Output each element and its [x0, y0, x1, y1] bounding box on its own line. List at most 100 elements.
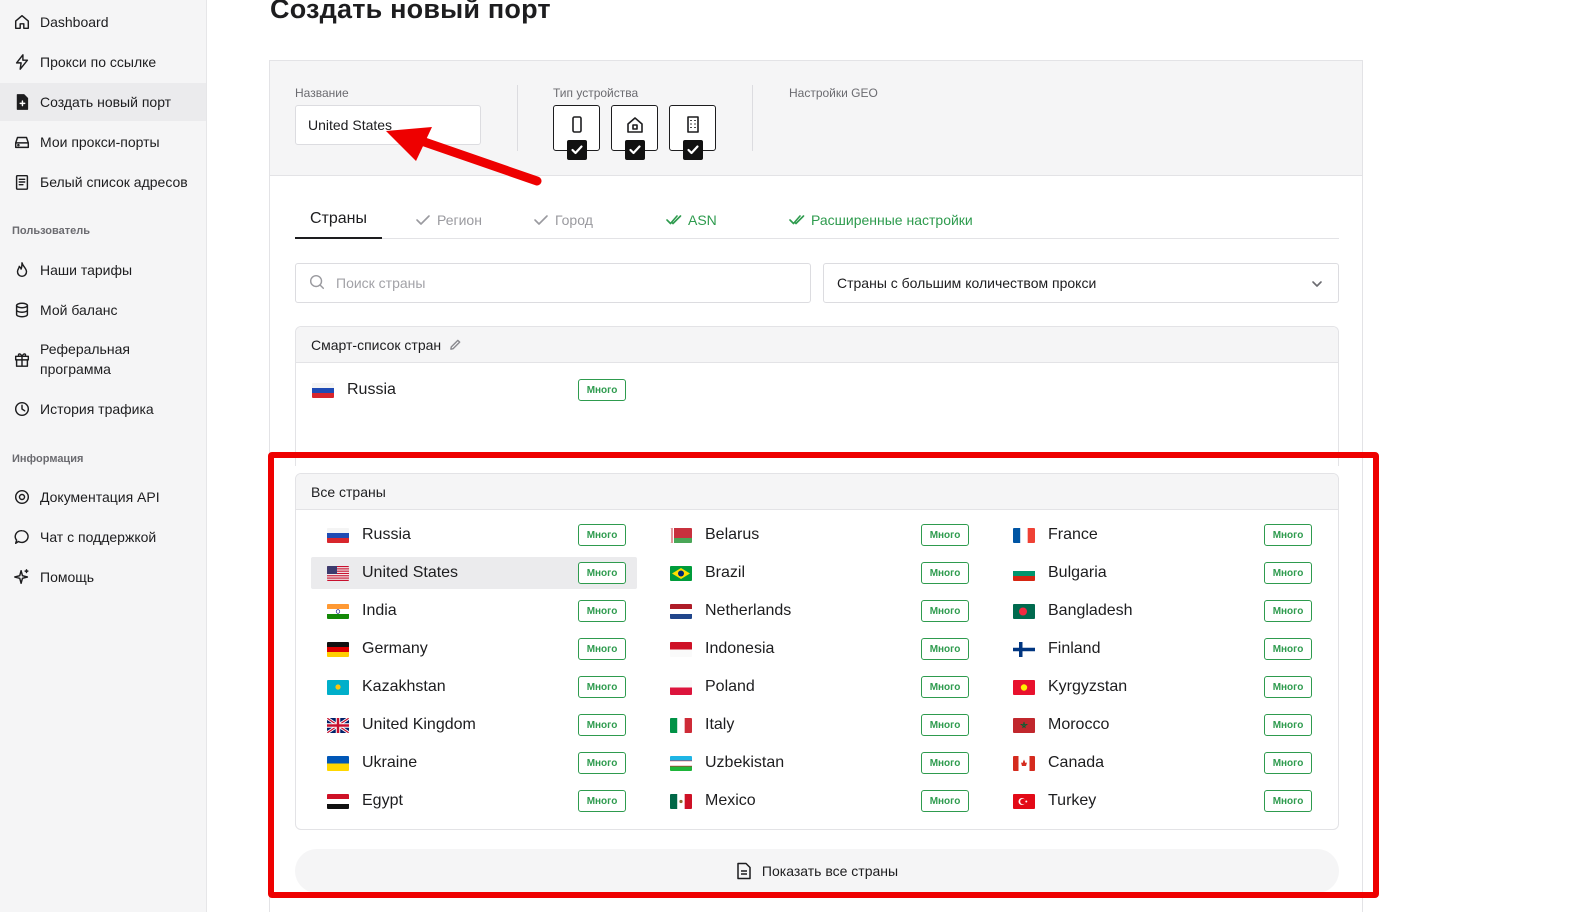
tab-region[interactable]: Регион — [415, 201, 482, 239]
country-item[interactable]: Belarus Много — [654, 519, 980, 551]
flag-br-icon — [670, 565, 692, 581]
tab-label: ASN — [688, 212, 717, 228]
proxy-count-badge: Много — [578, 676, 626, 698]
country-item[interactable]: Canada Много — [997, 747, 1323, 779]
smart-list-panel: Смарт-список стран Russia Много — [295, 326, 1339, 466]
port-settings-header: Название United States Тип устройства На… — [270, 61, 1362, 176]
filter-selected-value: Страны с большим количеством прокси — [837, 275, 1097, 291]
country-name: United Kingdom — [362, 716, 476, 733]
device-residential-toggle[interactable] — [611, 105, 658, 160]
country-item[interactable]: Turkey Много — [997, 785, 1323, 817]
flag-fi-icon — [1013, 641, 1035, 657]
proxy-count-badge: Много — [1264, 714, 1312, 736]
tab-city[interactable]: Город — [533, 201, 593, 239]
sidebar-item-create-port[interactable]: Создать новый порт — [0, 83, 206, 121]
country-item[interactable]: United States Много — [311, 557, 637, 589]
name-label: Название — [295, 86, 349, 100]
country-name: Finland — [1048, 640, 1101, 657]
country-name: Kyrgyzstan — [1048, 678, 1128, 695]
proxy-count-badge: Много — [1264, 638, 1312, 660]
country-item[interactable]: Finland Много — [997, 633, 1323, 665]
sidebar-item-whitelist[interactable]: Белый список адресов — [0, 163, 206, 201]
tab-countries[interactable]: Страны — [295, 201, 383, 239]
proxy-count-badge: Много — [578, 714, 626, 736]
country-item[interactable]: Egypt Много — [311, 785, 637, 817]
sparkle-icon — [12, 567, 32, 587]
pencil-icon[interactable] — [449, 338, 462, 351]
all-countries-header: Все страны — [296, 474, 1338, 510]
sidebar-item-link-proxy[interactable]: Прокси по ссылке — [0, 43, 206, 81]
country-name: India — [362, 602, 397, 619]
smart-list-header: Смарт-список стран — [296, 327, 1338, 363]
sidebar-item-support-chat[interactable]: Чат с поддержкой — [0, 518, 206, 556]
sidebar-item-label: Dashboard — [40, 14, 109, 30]
checkbox-checked-icon[interactable] — [625, 140, 645, 160]
check-icon — [533, 214, 549, 226]
double-check-icon — [666, 214, 682, 226]
country-filter-select[interactable]: Страны с большим количеством прокси — [823, 263, 1339, 303]
country-item[interactable]: Italy Много — [654, 709, 980, 741]
show-all-countries-button[interactable]: Показать все страны — [295, 849, 1339, 893]
sidebar-item-label: Документация API — [40, 489, 160, 505]
flag-ru-icon — [312, 382, 334, 398]
flag-pl-icon — [670, 679, 692, 695]
country-item[interactable]: Indonesia Много — [654, 633, 980, 665]
file-plus-icon — [12, 92, 32, 112]
sidebar-item-dashboard[interactable]: Dashboard — [0, 3, 206, 41]
sidebar-item-traffic-history[interactable]: История трафика — [0, 390, 206, 428]
flag-us-icon — [327, 565, 349, 581]
country-item[interactable]: Morocco Много — [997, 709, 1323, 741]
flag-nl-icon — [670, 603, 692, 619]
sidebar: Dashboard Прокси по ссылке Создать новый… — [0, 0, 207, 912]
sidebar-item-tariffs[interactable]: Наши тарифы — [0, 251, 206, 289]
flag-ma-icon — [1013, 717, 1035, 733]
sidebar-item-label: История трафика — [40, 401, 154, 417]
country-item[interactable]: Brazil Много — [654, 557, 980, 589]
country-search-input[interactable]: Поиск страны — [295, 263, 811, 303]
country-item[interactable]: Bulgaria Много — [997, 557, 1323, 589]
country-item[interactable]: United Kingdom Много — [311, 709, 637, 741]
tab-advanced[interactable]: Расширенные настройки — [789, 201, 973, 239]
country-item[interactable]: Russia Много — [311, 519, 637, 551]
country-item[interactable]: Kazakhstan Много — [311, 671, 637, 703]
sidebar-item-label: Мой баланс — [40, 302, 118, 318]
sidebar-item-my-ports[interactable]: Мои прокси-порты — [0, 123, 206, 161]
sidebar-item-balance[interactable]: Мой баланс — [0, 291, 206, 329]
smart-list-item[interactable]: Russia Много — [296, 374, 636, 406]
country-item[interactable]: Poland Много — [654, 671, 980, 703]
country-item[interactable]: Kyrgyzstan Много — [997, 671, 1323, 703]
sidebar-item-referral[interactable]: Реферальная программа — [0, 335, 206, 383]
country-item[interactable]: Ukraine Много — [311, 747, 637, 779]
checkbox-checked-icon[interactable] — [567, 140, 587, 160]
proxy-count-badge: Много — [1264, 676, 1312, 698]
country-item[interactable]: Netherlands Много — [654, 595, 980, 627]
flag-gb-icon — [327, 717, 349, 733]
name-input[interactable]: United States — [295, 105, 481, 145]
country-item[interactable]: India Много — [311, 595, 637, 627]
sidebar-section-user: Пользователь — [12, 225, 91, 237]
country-item[interactable]: Uzbekistan Много — [654, 747, 980, 779]
proxy-count-badge: Много — [578, 562, 626, 584]
flag-uz-icon — [670, 755, 692, 771]
country-item[interactable]: Germany Много — [311, 633, 637, 665]
flag-bd-icon — [1013, 603, 1035, 619]
sidebar-item-api-docs[interactable]: Документация API — [0, 478, 206, 516]
country-name: Brazil — [705, 564, 746, 581]
country-name: Russia — [362, 526, 411, 543]
tab-asn[interactable]: ASN — [666, 201, 717, 239]
country-item[interactable]: Bangladesh Много — [997, 595, 1323, 627]
device-datacenter-toggle[interactable] — [669, 105, 716, 160]
search-placeholder: Поиск страны — [336, 275, 426, 291]
checkbox-checked-icon[interactable] — [683, 140, 703, 160]
check-icon — [415, 214, 431, 226]
country-name: Russia — [347, 381, 396, 398]
sidebar-item-help[interactable]: Помощь — [0, 558, 206, 596]
proxy-count-badge: Много — [1264, 600, 1312, 622]
device-mobile-toggle[interactable] — [553, 105, 600, 160]
tab-label: Расширенные настройки — [811, 212, 973, 228]
country-item[interactable]: Mexico Много — [654, 785, 980, 817]
proxy-count-badge: Много — [921, 638, 969, 660]
country-item[interactable]: France Много — [997, 519, 1323, 551]
proxy-count-badge: Много — [921, 600, 969, 622]
sidebar-item-label: Чат с поддержкой — [40, 529, 157, 545]
